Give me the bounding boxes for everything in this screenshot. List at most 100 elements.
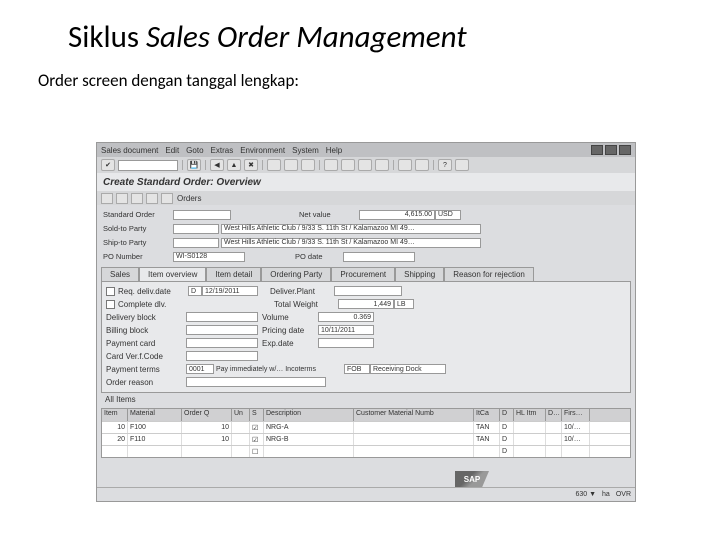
- cell-qty[interactable]: 10: [182, 422, 232, 433]
- menu-sales-document[interactable]: Sales document: [101, 146, 158, 155]
- cell-d2[interactable]: [546, 434, 562, 445]
- cell-cust[interactable]: [354, 422, 474, 433]
- cell-item[interactable]: 10: [102, 422, 128, 433]
- ship-to-code[interactable]: [173, 238, 219, 248]
- req-deliv-date-field[interactable]: 12/19/2011: [202, 286, 258, 296]
- tab-item-detail[interactable]: Item detail: [206, 267, 261, 281]
- propose-icon[interactable]: [146, 193, 158, 204]
- cell-desc[interactable]: [264, 446, 354, 457]
- complete-dlv-chk[interactable]: [106, 300, 115, 309]
- item-icon[interactable]: [131, 193, 143, 204]
- table-row[interactable]: 20F11010☑NRG-BTAND10/…: [102, 433, 630, 445]
- card-verif-field[interactable]: [186, 351, 258, 361]
- doc-icon[interactable]: [161, 193, 173, 204]
- po-number-field[interactable]: WI-S0128: [173, 252, 245, 262]
- maximize-icon[interactable]: [605, 145, 617, 155]
- save-icon[interactable]: 💾: [187, 159, 201, 171]
- last-page-icon[interactable]: [375, 159, 389, 171]
- cell-firs[interactable]: [562, 446, 590, 457]
- cell-cust[interactable]: [354, 446, 474, 457]
- tab-sales[interactable]: Sales: [101, 267, 139, 281]
- cell-material[interactable]: F100: [128, 422, 182, 433]
- menu-help[interactable]: Help: [326, 146, 342, 155]
- incoterms-text[interactable]: Receiving Dock: [370, 364, 446, 374]
- cell-itca[interactable]: [474, 446, 500, 457]
- cell-qty[interactable]: 10: [182, 434, 232, 445]
- delivery-block-field[interactable]: [186, 312, 258, 322]
- cell-hl[interactable]: [514, 422, 546, 433]
- close-icon[interactable]: [619, 145, 631, 155]
- menu-edit[interactable]: Edit: [165, 146, 179, 155]
- cell-un[interactable]: [232, 446, 250, 457]
- billing-block-field[interactable]: [186, 325, 258, 335]
- cell-s[interactable]: ☑: [250, 434, 264, 445]
- minimize-icon[interactable]: [591, 145, 603, 155]
- cell-item[interactable]: 20: [102, 434, 128, 445]
- cell-itca[interactable]: TAN: [474, 422, 500, 433]
- cell-material[interactable]: [128, 446, 182, 457]
- tab-item-overview[interactable]: Item overview: [139, 267, 206, 281]
- payment-terms-code[interactable]: 0001: [186, 364, 214, 374]
- cell-qty[interactable]: [182, 446, 232, 457]
- col-material[interactable]: Material: [128, 409, 182, 421]
- cell-un[interactable]: [232, 422, 250, 433]
- cell-d[interactable]: D: [500, 422, 514, 433]
- tab-reason-rejection[interactable]: Reason for rejection: [444, 267, 534, 281]
- table-row[interactable]: ☐D: [102, 445, 630, 457]
- col-item[interactable]: Item: [102, 409, 128, 421]
- exp-date-field[interactable]: [318, 338, 374, 348]
- find-icon[interactable]: [284, 159, 298, 171]
- layout-icon[interactable]: [455, 159, 469, 171]
- menu-extras[interactable]: Extras: [211, 146, 234, 155]
- pricing-date-field[interactable]: 10/11/2011: [318, 325, 374, 335]
- check-icon[interactable]: ✔: [101, 159, 115, 171]
- cell-firs[interactable]: 10/…: [562, 434, 590, 445]
- standard-order-field[interactable]: [173, 210, 231, 220]
- cell-d2[interactable]: [546, 446, 562, 457]
- cell-cust[interactable]: [354, 434, 474, 445]
- help-icon[interactable]: ?: [438, 159, 452, 171]
- cell-s[interactable]: ☐: [250, 446, 264, 457]
- cell-item[interactable]: [102, 446, 128, 457]
- next-page-icon[interactable]: [358, 159, 372, 171]
- menu-goto[interactable]: Goto: [186, 146, 203, 155]
- new-session-icon[interactable]: [398, 159, 412, 171]
- cell-d[interactable]: D: [500, 446, 514, 457]
- po-date-field[interactable]: [343, 252, 415, 262]
- cell-hl[interactable]: [514, 446, 546, 457]
- cell-d2[interactable]: [546, 422, 562, 433]
- cell-desc[interactable]: NRG-A: [264, 422, 354, 433]
- col-cust-material[interactable]: Customer Material Numb: [354, 409, 474, 421]
- col-s[interactable]: S: [250, 409, 264, 421]
- cell-un[interactable]: [232, 434, 250, 445]
- tab-shipping[interactable]: Shipping: [395, 267, 444, 281]
- col-first[interactable]: Firs…: [562, 409, 590, 421]
- menu-system[interactable]: System: [292, 146, 319, 155]
- header-icon[interactable]: [116, 193, 128, 204]
- col-unit[interactable]: Un: [232, 409, 250, 421]
- table-row[interactable]: 10F10010☑NRG-ATAND10/…: [102, 421, 630, 433]
- display-icon[interactable]: [101, 193, 113, 204]
- tab-ordering-party[interactable]: Ordering Party: [261, 267, 331, 281]
- menu-environment[interactable]: Environment: [240, 146, 285, 155]
- incoterms-code[interactable]: FOB: [344, 364, 370, 374]
- orders-button[interactable]: Orders: [177, 194, 201, 203]
- cell-itca[interactable]: TAN: [474, 434, 500, 445]
- req-deliv-chk[interactable]: [106, 287, 115, 296]
- first-page-icon[interactable]: [324, 159, 338, 171]
- exit-icon[interactable]: ▲: [227, 159, 241, 171]
- cell-material[interactable]: F110: [128, 434, 182, 445]
- find-next-icon[interactable]: [301, 159, 315, 171]
- shortcut-icon[interactable]: [415, 159, 429, 171]
- print-icon[interactable]: [267, 159, 281, 171]
- req-deliv-code[interactable]: D: [188, 286, 202, 296]
- back-icon[interactable]: ◀: [210, 159, 224, 171]
- order-reason-field[interactable]: [186, 377, 326, 387]
- col-d[interactable]: D: [500, 409, 514, 421]
- cancel-icon[interactable]: ✖: [244, 159, 258, 171]
- sold-to-code[interactable]: [173, 224, 219, 234]
- col-d2[interactable]: D…: [546, 409, 562, 421]
- deliver-plant-field[interactable]: [334, 286, 402, 296]
- col-order-qty[interactable]: Order Q: [182, 409, 232, 421]
- cell-hl[interactable]: [514, 434, 546, 445]
